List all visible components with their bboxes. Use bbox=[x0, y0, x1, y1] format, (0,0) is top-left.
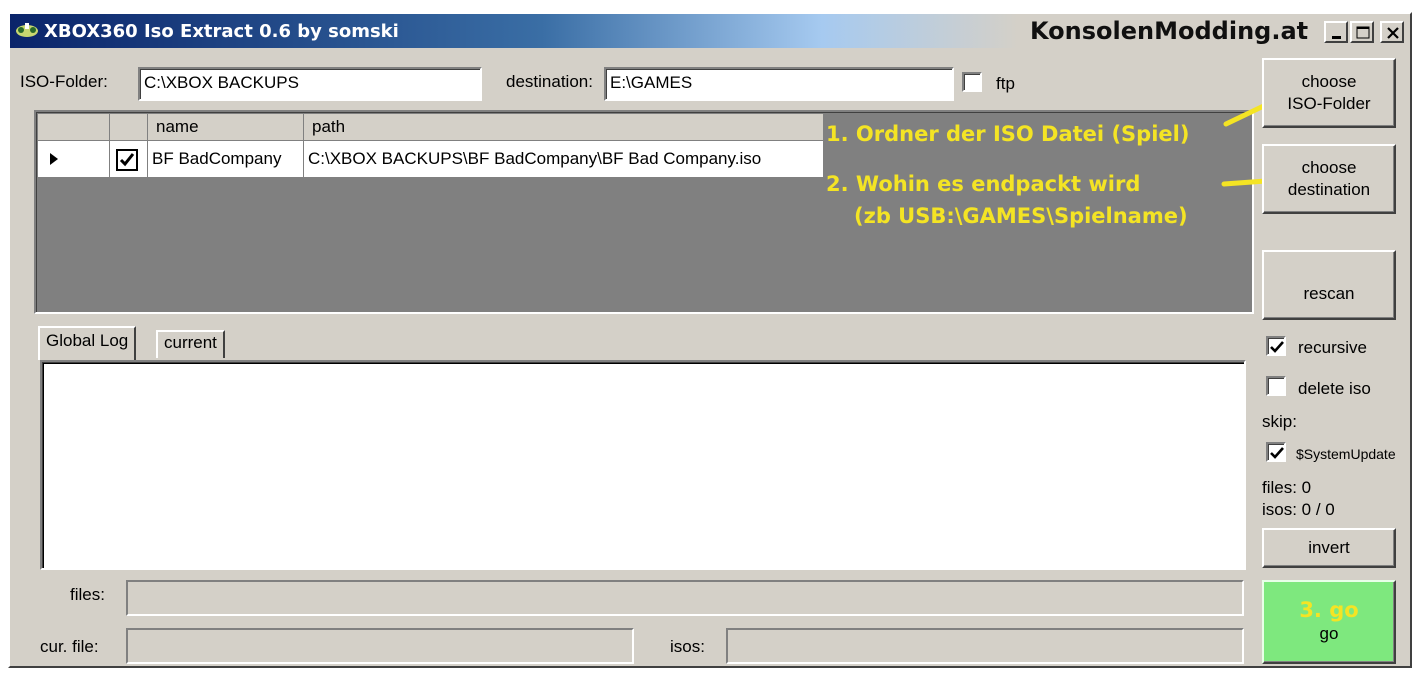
iso-folder-label: ISO-Folder: bbox=[20, 72, 108, 91]
go-button-label: go bbox=[1319, 624, 1339, 643]
annotation-step-3: 3. go bbox=[1299, 598, 1359, 622]
recursive-label: recursive bbox=[1298, 338, 1367, 357]
row-check-cell[interactable] bbox=[110, 141, 148, 178]
annotation-step-1: 1. Ordner der ISO Datei (Spiel) bbox=[826, 122, 1190, 146]
brand-label: KonsolenModding.at bbox=[1030, 17, 1309, 45]
check-icon bbox=[1270, 447, 1284, 459]
close-button[interactable] bbox=[1380, 21, 1404, 43]
files-progress bbox=[126, 580, 1244, 616]
check-icon bbox=[1270, 341, 1284, 353]
row-name-cell[interactable]: BF BadCompany bbox=[148, 141, 304, 178]
system-update-checkbox[interactable] bbox=[1266, 442, 1286, 462]
grid-header-check bbox=[110, 114, 148, 141]
choose-destination-button[interactable]: choose destination bbox=[1262, 144, 1396, 214]
skip-label: skip: bbox=[1262, 412, 1297, 431]
tab-current[interactable]: current bbox=[156, 330, 225, 358]
check-icon bbox=[119, 153, 135, 167]
close-icon bbox=[1387, 27, 1399, 39]
isos-status-label: isos: bbox=[670, 637, 705, 656]
row-pointer-icon bbox=[50, 153, 58, 165]
cur-file-label: cur. file: bbox=[40, 637, 99, 656]
recursive-checkbox[interactable] bbox=[1266, 336, 1286, 356]
grid-header-path[interactable]: path bbox=[304, 114, 824, 141]
choose-iso-folder-button[interactable]: choose ISO-Folder bbox=[1262, 58, 1396, 128]
system-update-label: $SystemUpdate bbox=[1296, 446, 1396, 462]
tab-global-log[interactable]: Global Log bbox=[38, 326, 137, 360]
isos-count: isos: 0 / 0 bbox=[1262, 500, 1335, 519]
iso-folder-input[interactable]: C:\XBOX BACKUPS bbox=[138, 67, 482, 101]
files-status-label: files: bbox=[70, 585, 105, 604]
delete-iso-label: delete iso bbox=[1298, 379, 1371, 398]
destination-input[interactable]: E:\GAMES bbox=[604, 67, 954, 101]
app-icon bbox=[14, 19, 40, 41]
minimize-button[interactable] bbox=[1324, 21, 1348, 43]
row-pointer-cell[interactable] bbox=[38, 141, 110, 178]
ftp-label: ftp bbox=[996, 74, 1015, 93]
window-title: XBOX360 Iso Extract 0.6 by somski bbox=[44, 21, 399, 42]
isos-progress bbox=[726, 628, 1244, 664]
row-checkbox[interactable] bbox=[116, 149, 138, 171]
delete-iso-checkbox[interactable] bbox=[1266, 376, 1286, 396]
grid-header-name[interactable]: name bbox=[148, 114, 304, 141]
grid-header-indicator bbox=[38, 114, 110, 141]
maximize-icon bbox=[1356, 26, 1370, 39]
go-button[interactable]: 3. go go bbox=[1262, 580, 1396, 664]
rescan-button[interactable]: rescan bbox=[1262, 250, 1396, 320]
row-path-cell[interactable]: C:\XBOX BACKUPS\BF BadCompany\BF Bad Com… bbox=[304, 141, 824, 178]
destination-label: destination: bbox=[506, 72, 593, 91]
annotation-step-2-example: (zb USB:\GAMES\Spielname) bbox=[854, 204, 1188, 228]
annotation-step-2: 2. Wohin es endpackt wird bbox=[826, 172, 1141, 196]
maximize-button[interactable] bbox=[1350, 21, 1374, 43]
invert-button[interactable]: invert bbox=[1262, 528, 1396, 568]
global-log-textarea[interactable] bbox=[40, 360, 1246, 570]
minimize-icon bbox=[1332, 36, 1341, 39]
ftp-checkbox[interactable] bbox=[962, 72, 982, 92]
files-count: files: 0 bbox=[1262, 478, 1312, 497]
cur-file-progress bbox=[126, 628, 634, 664]
